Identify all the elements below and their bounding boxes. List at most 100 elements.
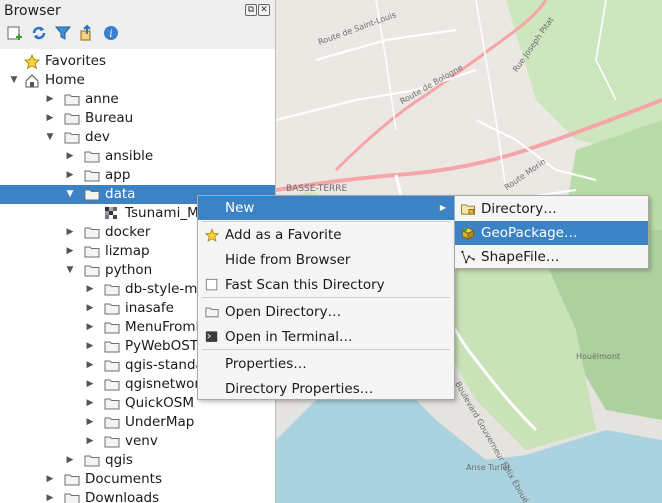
collapse-arrow-icon[interactable]: ▶ [84, 337, 96, 356]
close-icon[interactable]: ✕ [258, 4, 270, 16]
map-label-basse-terre: BASSE-TERRE [286, 184, 348, 194]
menu-item-open-in-terminal[interactable]: Open in Terminal… [198, 325, 454, 349]
tree-item-qgis[interactable]: ▶ qgis [0, 451, 275, 470]
collapse-arrow-icon[interactable]: ▶ [44, 90, 56, 109]
menu-item-hide-from-browser[interactable]: Hide from Browser [198, 248, 454, 272]
terminal-icon [205, 331, 218, 342]
collapse-arrow-icon[interactable]: ▶ [84, 299, 96, 318]
tree-item-label: Documents [85, 471, 162, 487]
folder-icon [84, 455, 100, 467]
folder-icon [84, 246, 100, 258]
tree-item-label: UnderMap [125, 414, 195, 430]
star-icon [205, 228, 219, 242]
home-icon [25, 74, 39, 88]
folder-icon [104, 379, 120, 391]
float-icon[interactable]: ⧉ [245, 4, 257, 16]
expand-arrow-icon[interactable]: ▼ [8, 71, 20, 90]
panel-title: Browser [4, 3, 61, 19]
tree-item-label: Home [45, 72, 85, 88]
submenu-item-label: GeoPackage… [481, 225, 578, 241]
collapse-arrow-icon[interactable]: ▶ [84, 280, 96, 299]
tree-item-label: Downloads [85, 490, 160, 503]
submenu-arrow-icon: ▶ [439, 203, 446, 212]
collapse-arrow-icon[interactable]: ▶ [44, 109, 56, 128]
tree-item-anne[interactable]: ▶ anne [0, 90, 275, 109]
menu-item-label: Fast Scan this Directory [225, 277, 385, 293]
tree-item-label: data [105, 186, 136, 202]
tree-item-label: QuickOSM [125, 395, 195, 411]
map-label-houelmont: Houëlmont [576, 352, 621, 361]
folder-icon [64, 474, 80, 486]
tree-item-label: dev [85, 129, 110, 145]
submenu-item-shapefile[interactable]: ShapeFile… [455, 245, 648, 269]
tree-item-venv[interactable]: ▶ venv [0, 432, 275, 451]
menu-item-add-as-a-favorite[interactable]: Add as a Favorite [198, 223, 454, 247]
collapse-arrow-icon[interactable]: ▶ [64, 223, 76, 242]
collapse-arrow-icon[interactable]: ▶ [64, 451, 76, 470]
submenu-item-label: Directory… [481, 201, 557, 217]
menu-item-label: Properties… [225, 356, 307, 372]
menu-item-label: Hide from Browser [225, 252, 351, 268]
collapse-arrow-icon[interactable]: ▶ [64, 147, 76, 166]
expand-arrow-icon[interactable]: ▼ [64, 261, 76, 280]
collapse-arrow-icon[interactable]: ▶ [84, 356, 96, 375]
tree-item-undermap[interactable]: ▶ UnderMap [0, 413, 275, 432]
tree-item-label: ansible [105, 148, 154, 164]
tree-item-favorites[interactable]: Favorites [0, 52, 275, 71]
folder-icon [104, 398, 120, 410]
tree-item-label: inasafe [125, 300, 174, 316]
checkbox-icon [205, 278, 218, 291]
folder-icon [104, 360, 120, 372]
raster-icon [105, 207, 117, 219]
menu-item-label: Open in Terminal… [225, 329, 353, 345]
expand-arrow-icon[interactable]: ▼ [64, 185, 76, 204]
collapse-arrow-icon[interactable]: ▶ [84, 318, 96, 337]
menu-item-new[interactable]: New ▶ [198, 196, 454, 220]
tree-item-dev[interactable]: ▼ dev [0, 128, 275, 147]
submenu-item-geopackage[interactable]: GeoPackage… [455, 221, 648, 245]
collapse-arrow-icon[interactable]: ▶ [84, 413, 96, 432]
menu-item-label: Directory Properties… [225, 381, 374, 397]
collapse-all-icon[interactable] [78, 24, 96, 42]
svg-text:i: i [109, 29, 112, 40]
shapefile-icon [461, 250, 475, 264]
folder-icon [104, 322, 120, 334]
tree-item-label: app [105, 167, 131, 183]
add-layer-icon[interactable] [6, 24, 24, 42]
tree-item-documents[interactable]: ▶ Documents [0, 470, 275, 489]
folder-icon [84, 151, 100, 163]
menu-item-directory-properties[interactable]: Directory Properties… [198, 377, 454, 401]
menu-item-properties[interactable]: Properties… [198, 352, 454, 376]
tree-item-label: python [105, 262, 153, 278]
refresh-icon[interactable] [30, 24, 48, 42]
menu-item-fast-scan-this-directory[interactable]: Fast Scan this Directory [198, 273, 454, 297]
tree-item-ansible[interactable]: ▶ ansible [0, 147, 275, 166]
submenu-item-directory[interactable]: Directory… [455, 197, 648, 221]
collapse-arrow-icon[interactable]: ▶ [84, 394, 96, 413]
collapse-arrow-icon[interactable]: ▶ [44, 489, 56, 503]
geopackage-icon [461, 227, 475, 240]
tree-item-app[interactable]: ▶ app [0, 166, 275, 185]
collapse-arrow-icon[interactable]: ▶ [84, 432, 96, 451]
tree-item-label: venv [125, 433, 158, 449]
menu-item-open-directory[interactable]: Open Directory… [198, 300, 454, 324]
folder-icon [104, 436, 120, 448]
filter-icon[interactable] [54, 24, 72, 42]
tree-item-label: Favorites [45, 53, 106, 69]
context-menu: New ▶ Add as a Favorite Hide from Browser Fa… [197, 195, 455, 400]
collapse-arrow-icon[interactable]: ▶ [64, 166, 76, 185]
tree-item-bureau[interactable]: ▶ Bureau [0, 109, 275, 128]
info-icon[interactable]: i [102, 24, 120, 42]
collapse-arrow-icon[interactable]: ▶ [84, 375, 96, 394]
collapse-arrow-icon[interactable]: ▶ [64, 242, 76, 261]
collapse-arrow-icon[interactable]: ▶ [44, 470, 56, 489]
tree-item-downloads[interactable]: ▶ Downloads [0, 489, 275, 503]
map-label-anse-turlet: Anse Turlet [466, 463, 511, 472]
submenu-item-label: ShapeFile… [481, 249, 560, 265]
tree-item-home[interactable]: ▼ Home [0, 71, 275, 90]
expand-arrow-icon[interactable]: ▼ [44, 128, 56, 147]
folder-icon [84, 189, 100, 201]
folder-icon [104, 417, 120, 429]
folder-icon [64, 94, 80, 106]
folder-icon [84, 170, 100, 182]
